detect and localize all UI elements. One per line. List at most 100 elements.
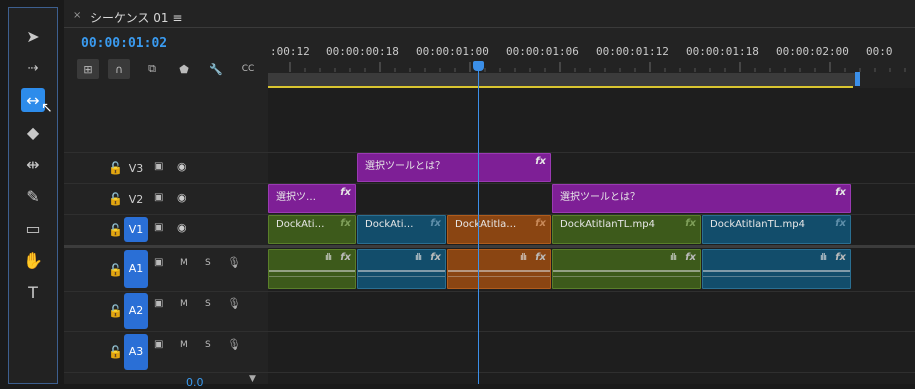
solo-button[interactable]: S <box>205 299 211 309</box>
a1-audio-clip[interactable]: ıllı fx <box>268 249 356 289</box>
audio-level-line <box>703 276 850 277</box>
track-name-v2[interactable]: V2 <box>124 191 148 208</box>
lock-icon[interactable]: 🔓 <box>108 192 123 206</box>
microphone-icon[interactable]: 🎙 <box>227 297 241 310</box>
audio-waveform-icon: ıllı <box>414 253 422 263</box>
sync-lock-icon[interactable]: ▣ <box>154 222 163 233</box>
v3-title-clip[interactable]: 選択ツールとは？ fx <box>357 153 551 182</box>
snap-icon[interactable]: ∩ <box>108 59 130 79</box>
nest-toggle-icon[interactable]: ⊞ <box>77 59 99 79</box>
audio-waveform-icon: ıllı <box>324 253 332 263</box>
fx-badge: fx <box>535 252 546 263</box>
type-tool-icon[interactable]: T <box>21 280 45 304</box>
audio-waveform-icon: ıllı <box>519 253 527 263</box>
microphone-icon[interactable]: 🎙 <box>227 256 241 269</box>
tab-menu-icon[interactable]: ≡ <box>172 11 182 25</box>
captions-icon[interactable]: CC <box>237 59 259 79</box>
fx-badge: fx <box>535 218 546 229</box>
slip-tool-icon[interactable]: ⇹ <box>21 152 45 176</box>
selection-tool-icon[interactable]: ➤ <box>21 24 45 48</box>
track-name-a3[interactable]: A3 <box>124 334 148 370</box>
razor-tool-icon[interactable]: ◆ <box>21 120 45 144</box>
track-divider <box>64 372 915 373</box>
sync-lock-icon[interactable]: ▣ <box>154 298 163 309</box>
mute-button[interactable]: M <box>180 299 188 309</box>
work-area-bar[interactable] <box>268 73 858 86</box>
tab-divider <box>64 27 915 28</box>
a1-audio-clip[interactable]: ıllı fx <box>702 249 851 289</box>
track-select-tool-icon[interactable]: ⇢ <box>21 56 45 80</box>
v2-title-clip[interactable]: 選択ツ… fx <box>268 184 356 213</box>
sync-lock-icon[interactable]: ▣ <box>154 339 163 350</box>
clip-name: 選択ツ… <box>276 192 316 203</box>
video-audio-divider[interactable] <box>64 245 915 248</box>
a1-audio-clip[interactable]: ıllı fx <box>447 249 551 289</box>
sync-lock-icon[interactable]: ▣ <box>154 161 163 172</box>
a1-audio-clip[interactable]: ıllı fx <box>552 249 701 289</box>
fx-badge: fx <box>685 252 696 263</box>
audio-level-line <box>703 270 850 272</box>
fx-badge: fx <box>535 156 546 167</box>
fx-badge: fx <box>340 252 351 263</box>
sync-lock-icon[interactable]: ▣ <box>154 192 163 203</box>
timeline-settings-icon[interactable]: 🔧 <box>205 59 227 79</box>
eye-icon[interactable]: ◉ <box>177 160 187 173</box>
v1-video-clip[interactable]: DockAtitla… fx <box>447 215 551 244</box>
solo-button[interactable]: S <box>205 340 211 350</box>
collapse-icon[interactable]: ▼ <box>249 374 256 384</box>
close-tab-icon[interactable]: × <box>73 10 81 21</box>
lock-icon[interactable]: 🔓 <box>108 161 123 175</box>
rectangle-tool-icon[interactable]: ▭ <box>21 216 45 240</box>
playhead-line[interactable] <box>478 62 479 384</box>
v2-title-clip[interactable]: 選択ツールとは？ fx <box>552 184 851 213</box>
sequence-tab[interactable]: シーケンス 01 ≡ <box>90 9 182 26</box>
mute-button[interactable]: M <box>180 340 188 350</box>
linked-selection-icon[interactable]: ⧉ <box>141 59 163 79</box>
eye-icon[interactable]: ◉ <box>177 221 187 234</box>
audio-level-line <box>358 270 445 272</box>
audio-level-line <box>448 276 550 277</box>
lock-icon[interactable]: 🔓 <box>108 345 123 359</box>
v1-video-clip[interactable]: DockAtitlanTL.mp4 fx <box>702 215 851 244</box>
v1-video-clip[interactable]: DockAtitlanTL.mp4 fx <box>552 215 701 244</box>
lock-icon[interactable]: 🔓 <box>108 223 123 237</box>
add-marker-icon[interactable]: ⬟ <box>173 59 195 79</box>
microphone-icon[interactable]: 🎙 <box>227 338 241 351</box>
clip-name: DockAtitla… <box>455 219 517 230</box>
audio-level-line <box>553 270 700 272</box>
ruler-label: 00:00:00:18 <box>326 45 399 58</box>
track-name-v3[interactable]: V3 <box>124 160 148 177</box>
playhead-timecode[interactable]: 00:00:01:02 <box>81 36 167 51</box>
track-divider <box>64 291 915 292</box>
a1-audio-clip[interactable]: ıllı fx <box>357 249 446 289</box>
audio-level-line <box>269 270 355 272</box>
v1-video-clip[interactable]: DockAti… fx <box>357 215 446 244</box>
fx-badge: fx <box>685 218 696 229</box>
lock-icon[interactable]: 🔓 <box>108 263 123 277</box>
pen-tool-icon[interactable]: ✎ <box>21 184 45 208</box>
volume-value[interactable]: 0.0 <box>186 376 204 389</box>
eye-icon[interactable]: ◉ <box>177 191 187 204</box>
track-name-a2[interactable]: A2 <box>124 293 148 329</box>
ruler-label: 00:00:02:00 <box>776 45 849 58</box>
track-name-v1[interactable]: V1 <box>124 217 148 242</box>
mute-button[interactable]: M <box>180 258 188 268</box>
hand-tool-icon[interactable]: ✋ <box>21 248 45 272</box>
solo-button[interactable]: S <box>205 258 211 268</box>
fx-badge: fx <box>340 187 351 198</box>
fx-badge: fx <box>835 252 846 263</box>
ruler-label: 00:00:01:06 <box>506 45 579 58</box>
fx-badge: fx <box>340 218 351 229</box>
audio-waveform-icon: ıllı <box>669 253 677 263</box>
sync-lock-icon[interactable]: ▣ <box>154 257 163 268</box>
clip-name: DockAti… <box>365 219 414 230</box>
ruler-label: :00:12 <box>270 45 310 58</box>
track-name-a1[interactable]: A1 <box>124 250 148 288</box>
audio-level-line <box>553 276 700 277</box>
fx-badge: fx <box>430 218 441 229</box>
lock-icon[interactable]: 🔓 <box>108 304 123 318</box>
tools-panel: ➤ ⇢ ↔ ◆ ⇹ ✎ ▭ ✋ T <box>8 7 58 384</box>
mouse-cursor-icon: ↖ <box>41 100 53 116</box>
sequence-end-marker <box>855 72 860 86</box>
v1-video-clip[interactable]: DockAti… fx <box>268 215 356 244</box>
